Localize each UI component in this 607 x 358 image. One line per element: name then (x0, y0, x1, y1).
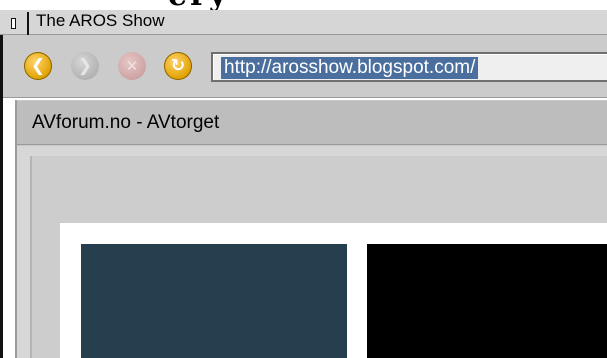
depth-gadget-icon[interactable] (6, 16, 20, 30)
window-left-border (0, 35, 3, 358)
forward-button[interactable]: ❯ (71, 52, 99, 80)
arrow-left-icon: ❮ (30, 55, 46, 76)
toolbar-divider (3, 97, 607, 98)
page-tab-title: AVforum.no - AVtorget (32, 112, 220, 133)
cutoff-page-heading: ery (168, 0, 229, 10)
window-titlebar[interactable]: The AROS Show (0, 10, 607, 35)
close-icon: ✕ (125, 56, 139, 75)
top-cutoff-strip: ery (0, 0, 607, 10)
stop-button[interactable]: ✕ (118, 52, 146, 80)
reload-icon: ↻ (170, 55, 186, 76)
url-text-selected: http://arosshow.blogspot.com/ (221, 57, 479, 79)
url-input[interactable]: http://arosshow.blogspot.com/ (211, 52, 607, 82)
back-button[interactable]: ❮ (24, 52, 52, 80)
titlebar-separator (27, 12, 29, 35)
reload-button[interactable]: ↻ (164, 52, 192, 80)
page-image-blue[interactable] (81, 244, 347, 358)
page-image-black[interactable] (367, 244, 607, 358)
arrow-right-icon: ❯ (77, 55, 93, 76)
window-title: The AROS Show (36, 11, 165, 30)
